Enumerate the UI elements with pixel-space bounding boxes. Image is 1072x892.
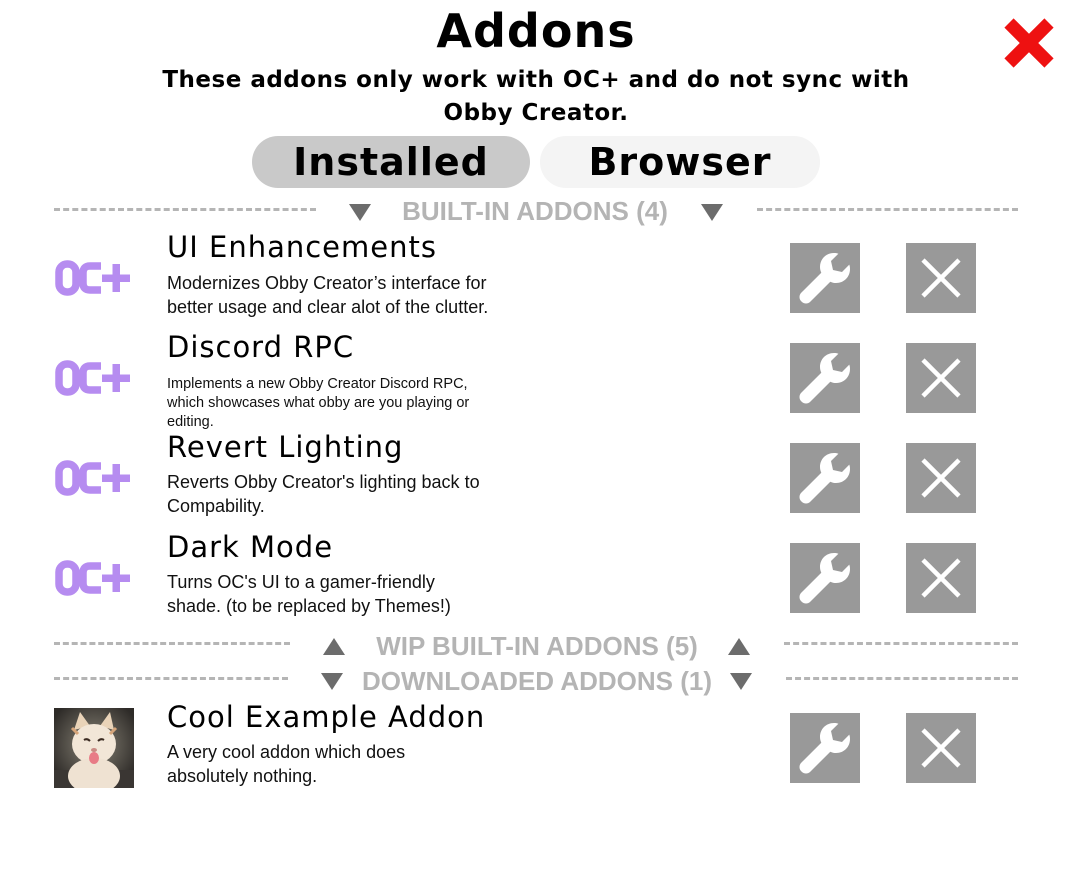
- close-icon: [1004, 18, 1054, 68]
- tab-installed[interactable]: Installed: [252, 136, 530, 188]
- divider-line: [784, 642, 1018, 645]
- section-label-downloaded: DOWNLOADED ADDONS (1): [361, 666, 713, 696]
- x-icon: [921, 728, 961, 768]
- divider-line: [757, 208, 1018, 211]
- oc-plus-logo-icon: [55, 560, 130, 596]
- collapse-arrow-icon[interactable]: [321, 673, 343, 690]
- x-icon: [921, 558, 961, 598]
- wrench-icon: [799, 253, 850, 304]
- collapse-arrow-icon[interactable]: [701, 204, 723, 221]
- collapse-arrow-icon[interactable]: [349, 204, 371, 221]
- addon-description: Implements a new Obby Creator Discord RP…: [167, 376, 470, 430]
- page-subtitle: These addons only work with OC+ and do n…: [162, 67, 910, 126]
- remove-button[interactable]: [906, 713, 976, 783]
- x-icon: [921, 458, 961, 498]
- addon-description: Modernizes Obby Creator’s interface for …: [167, 273, 489, 317]
- addon-name: Revert Lighting: [167, 430, 404, 464]
- settings-button[interactable]: [790, 343, 860, 413]
- divider-line: [54, 642, 290, 645]
- settings-button[interactable]: [790, 443, 860, 513]
- page-title: Addons: [436, 4, 636, 58]
- cat-thumbnail-image: [54, 708, 134, 788]
- wrench-icon: [799, 353, 850, 404]
- oc-plus-logo-icon: [55, 360, 130, 396]
- addon-description: A very cool addon which does absolutely …: [167, 742, 406, 786]
- addon-name: Dark Mode: [167, 530, 334, 564]
- addon-name: Cool Example Addon: [167, 700, 486, 734]
- remove-button[interactable]: [906, 343, 976, 413]
- remove-button[interactable]: [906, 443, 976, 513]
- remove-button[interactable]: [906, 243, 976, 313]
- x-icon: [921, 358, 961, 398]
- settings-button[interactable]: [790, 713, 860, 783]
- oc-plus-logo-icon: [55, 460, 130, 496]
- divider-line: [54, 677, 288, 680]
- expand-arrow-icon[interactable]: [728, 638, 750, 655]
- divider-line: [786, 677, 1018, 680]
- addon-description: Turns OC's UI to a gamer-friendly shade.…: [167, 572, 451, 616]
- settings-button[interactable]: [790, 243, 860, 313]
- collapse-arrow-icon[interactable]: [730, 673, 752, 690]
- section-label-wip: WIP BUILT-IN ADDONS (5): [376, 631, 698, 661]
- remove-button[interactable]: [906, 543, 976, 613]
- oc-plus-logo-icon: [55, 260, 130, 296]
- wrench-icon: [799, 453, 850, 504]
- close-button[interactable]: [1000, 14, 1058, 72]
- section-label-built-in: BUILT-IN ADDONS (4): [402, 196, 668, 226]
- tab-browser[interactable]: Browser: [540, 136, 820, 188]
- addon-name: Discord RPC: [167, 330, 355, 364]
- expand-arrow-icon[interactable]: [323, 638, 345, 655]
- divider-line: [54, 208, 316, 211]
- wrench-icon: [799, 553, 850, 604]
- wrench-icon: [799, 723, 850, 774]
- settings-button[interactable]: [790, 543, 860, 613]
- x-icon: [921, 258, 961, 298]
- addon-description: Reverts Obby Creator's lighting back to …: [167, 472, 480, 516]
- addon-name: UI Enhancements: [167, 230, 437, 264]
